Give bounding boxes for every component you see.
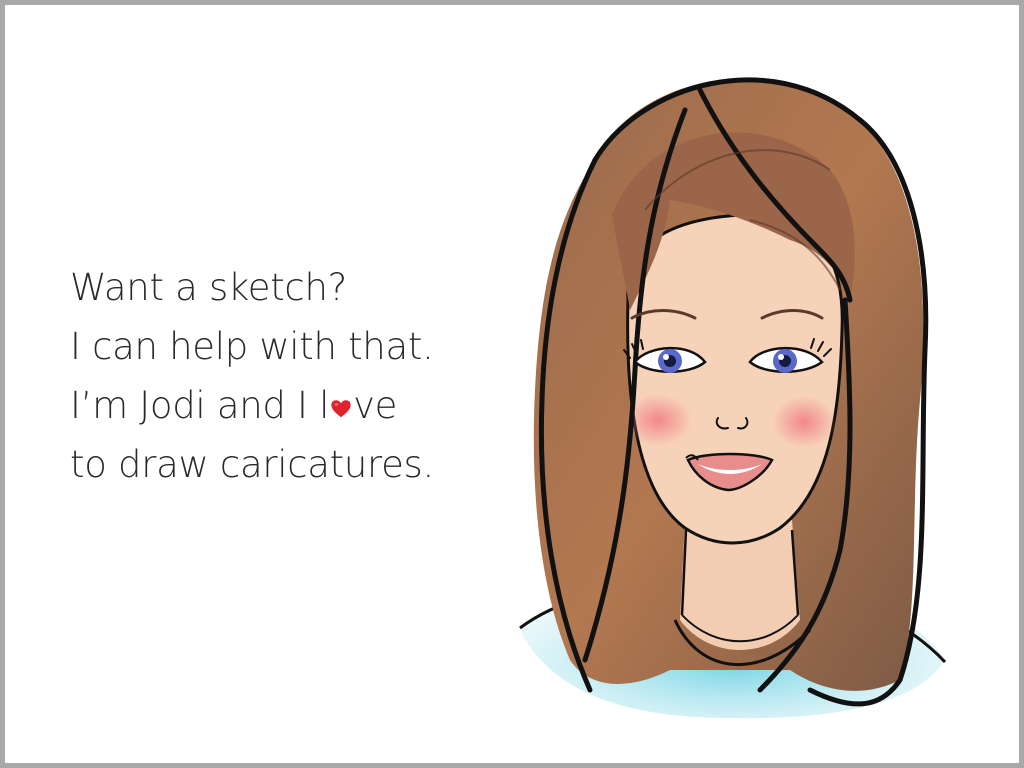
- heart-icon: [331, 400, 351, 418]
- message-line-3-start: I’m Jodi and I l: [70, 384, 330, 427]
- message-line-3: I’m Jodi and I l ve: [70, 376, 490, 435]
- face: [626, 213, 844, 545]
- intro-message: Want a sketch? I can help with that. I’m…: [70, 258, 490, 494]
- message-line-2: I can help with that.: [70, 325, 434, 368]
- message-line-1: Want a sketch?: [70, 266, 347, 309]
- message-line-3-end: ve: [353, 384, 398, 427]
- caricature-portrait: [519, 77, 947, 719]
- message-line-4: to draw caricatures.: [70, 443, 434, 486]
